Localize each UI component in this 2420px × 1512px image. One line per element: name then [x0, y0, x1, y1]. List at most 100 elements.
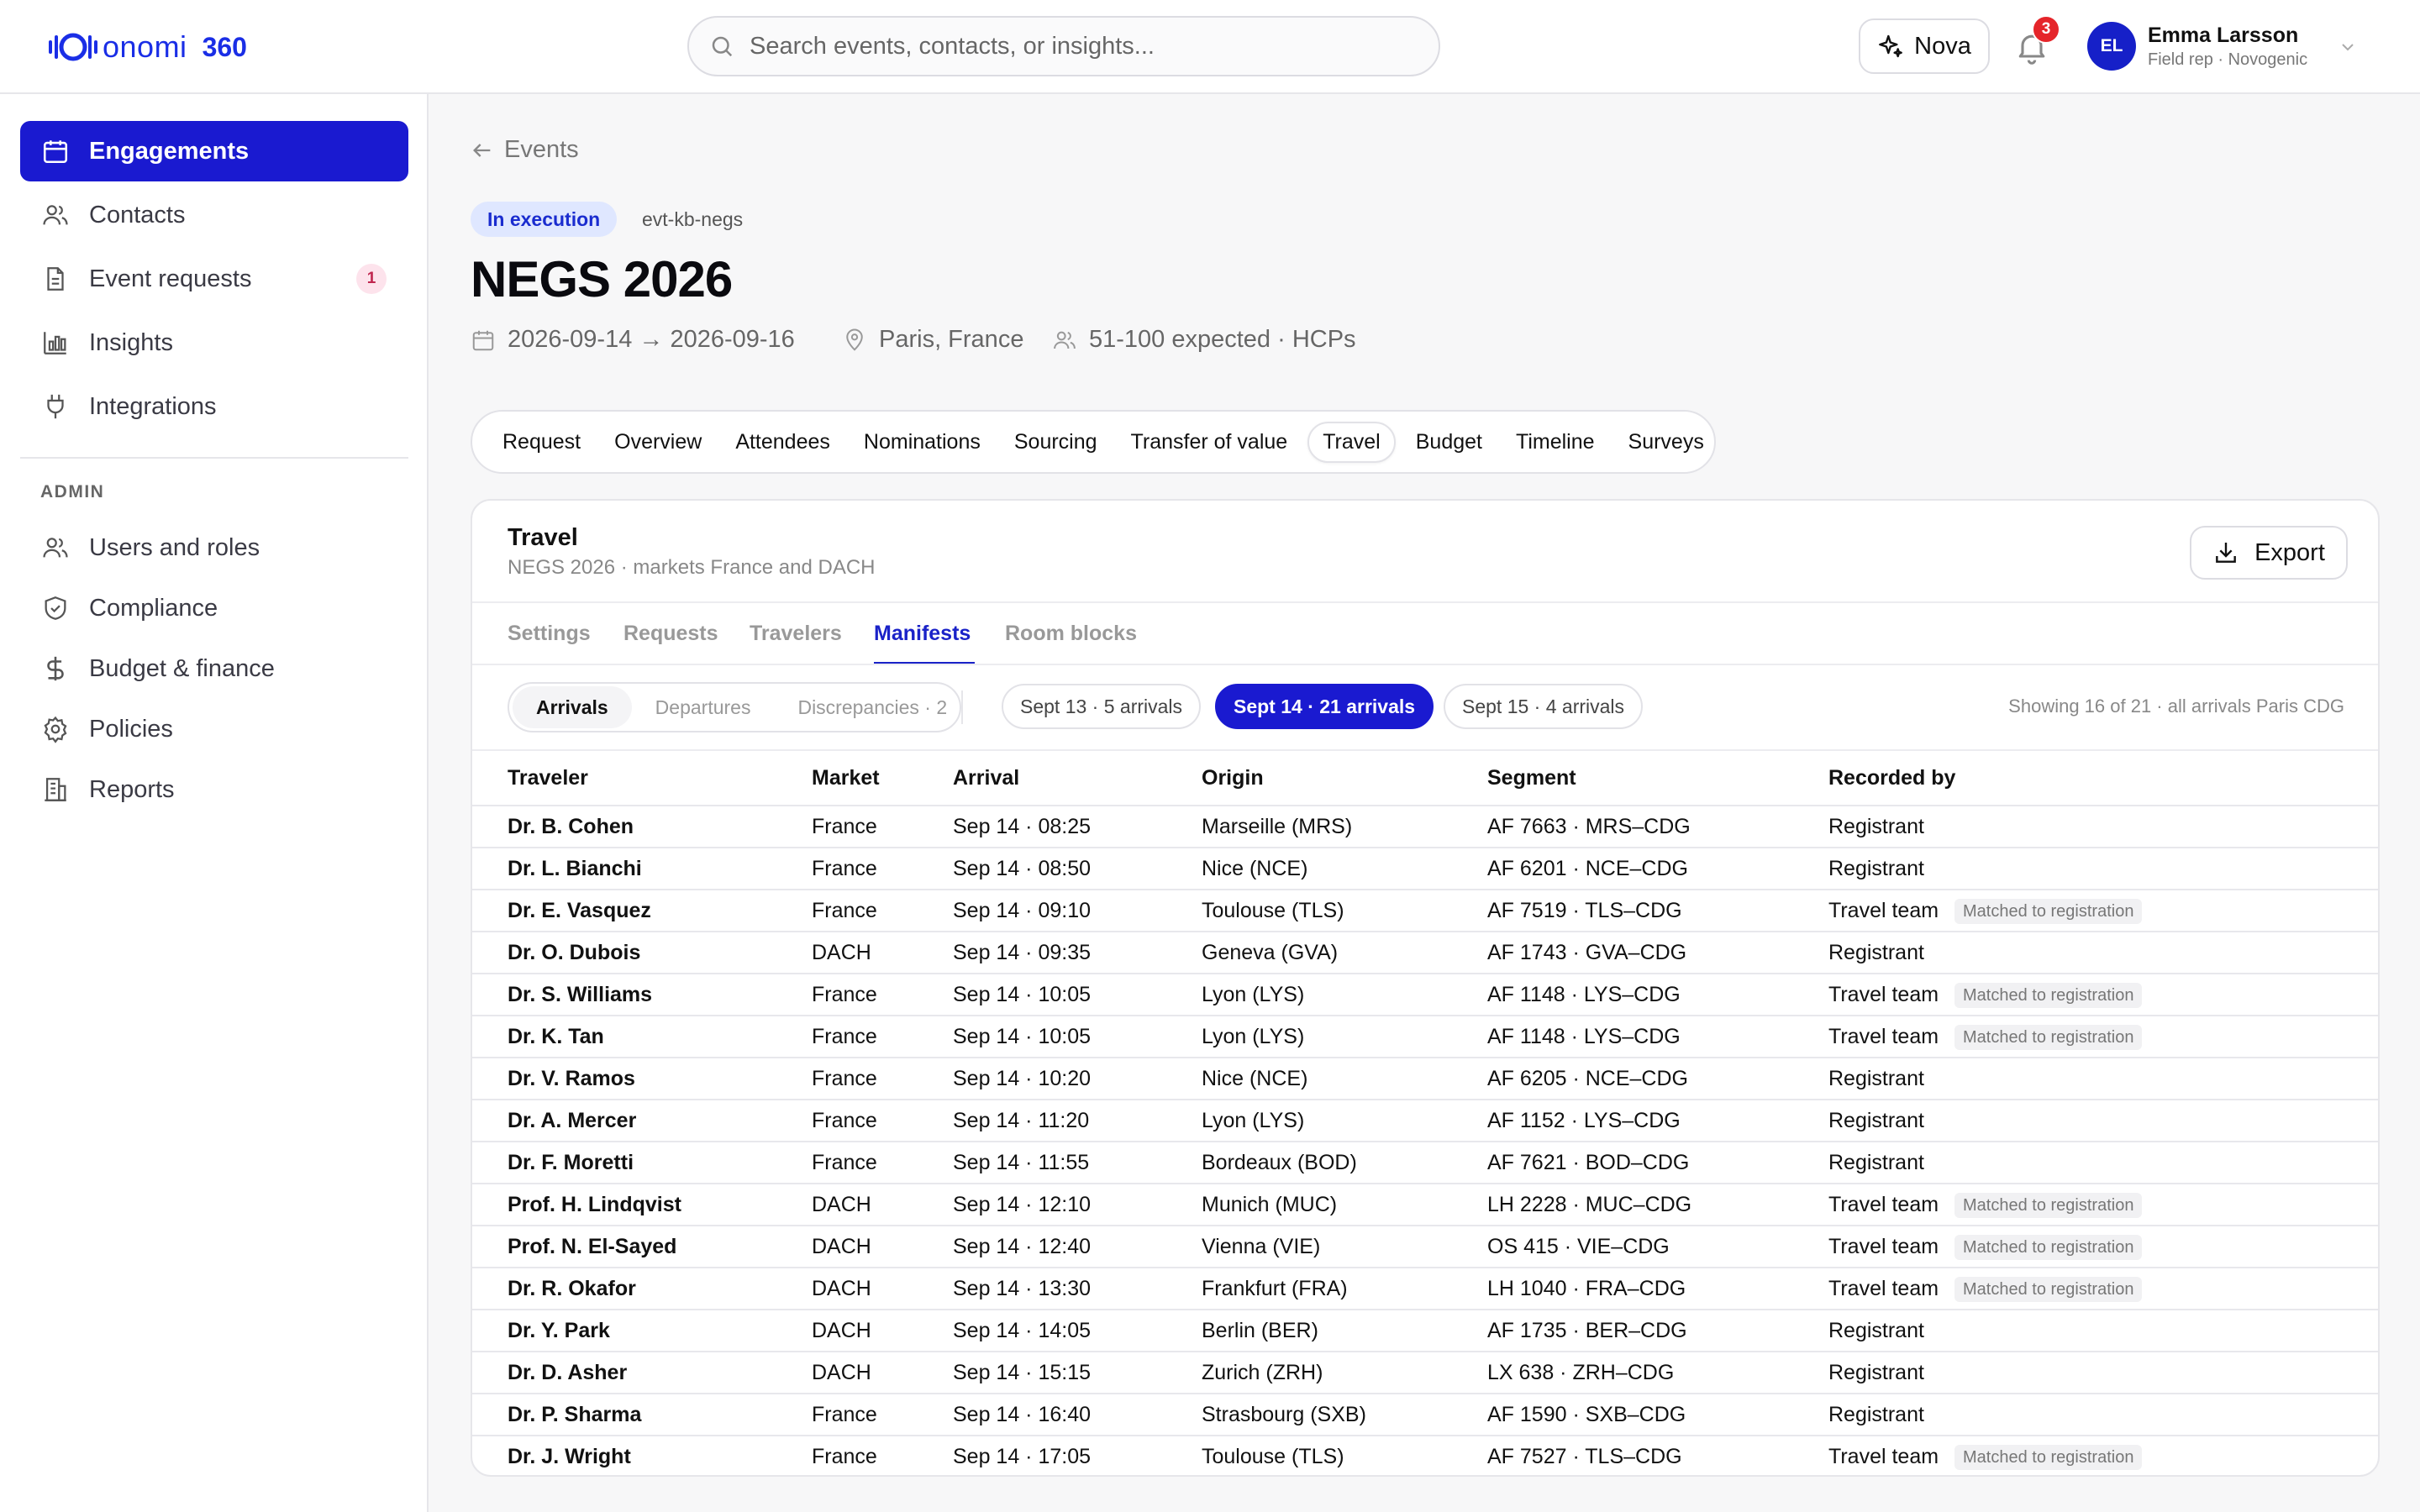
subtab-manifests[interactable]: Manifests	[874, 622, 971, 646]
tab-attendees[interactable]: Attendees	[722, 423, 844, 461]
sidebar-item-integrations[interactable]: Integrations	[20, 376, 408, 437]
sidebar-item-insights[interactable]: Insights	[20, 312, 408, 373]
table-row[interactable]: Dr. F. Moretti France Sep 14 · 11:55 Bordea…	[472, 1141, 2378, 1183]
table-row[interactable]: Prof. N. El-Sayed DACH Sep 14 · 12:40 Vienn…	[472, 1225, 2378, 1267]
subtab-room-blocks[interactable]: Room blocks	[1005, 622, 1137, 646]
segment-cell: AF 1152 · LYS–CDG	[1487, 1109, 1681, 1132]
traveler-cell: Dr. K. Tan	[508, 1025, 604, 1048]
manifest-view-toggle: Arrivals Departures Discrepancies · 2	[508, 682, 961, 732]
user-avatar[interactable]: EL	[2087, 22, 2136, 71]
origin-cell: Frankfurt (FRA)	[1202, 1277, 1348, 1300]
tab-nominations[interactable]: Nominations	[850, 423, 994, 461]
tab-request[interactable]: Request	[489, 423, 594, 461]
view-discrepancies[interactable]: Discrepancies · 2	[774, 686, 971, 728]
sidebar-item-reports[interactable]: Reports	[20, 759, 408, 820]
segment-cell: LH 2228 · MUC–CDG	[1487, 1193, 1692, 1216]
chevron-down-icon[interactable]	[2338, 37, 2358, 57]
export-button[interactable]: Export	[2190, 526, 2348, 580]
global-search[interactable]	[687, 16, 1440, 76]
tab-overview[interactable]: Overview	[601, 423, 715, 461]
subtab-requests[interactable]: Requests	[623, 622, 718, 646]
table-row[interactable]: Dr. L. Bianchi France Sep 14 · 08:50 Nice (…	[472, 847, 2378, 889]
column-header-origin[interactable]: Origin	[1202, 766, 1264, 790]
market-cell: France	[812, 1025, 877, 1048]
table-row[interactable]: Dr. S. Williams France Sep 14 · 10:05 Lyon …	[472, 973, 2378, 1015]
market-cell: France	[812, 983, 877, 1006]
sidebar-item-compliance[interactable]: Compliance	[20, 578, 408, 638]
recorded-by-cell: Registrant	[1828, 1361, 1924, 1384]
arrival-cell: Sep 14 · 12:10	[953, 1193, 1092, 1216]
recorded-by-cell: Travel team	[1828, 1235, 1939, 1258]
tab-surveys[interactable]: Surveys	[1615, 423, 1718, 461]
date-chip-sept-13[interactable]: Sept 13 · 5 arrivals	[1002, 684, 1202, 729]
table-row[interactable]: Dr. J. Wright France Sep 14 · 17:05 Toulous…	[472, 1435, 2378, 1475]
tab-transfer-of-value[interactable]: Transfer of value	[1118, 423, 1302, 461]
sidebar-item-policies[interactable]: Policies	[20, 699, 408, 759]
segment-cell: LH 1040 · FRA–CDG	[1487, 1277, 1686, 1300]
view-departures[interactable]: Departures	[632, 686, 775, 728]
user-name[interactable]: Emma Larsson	[2148, 24, 2298, 48]
tab-travel[interactable]: Travel	[1307, 421, 1396, 463]
sidebar-item-users-and-roles[interactable]: Users and roles	[20, 517, 408, 578]
column-header-segment[interactable]: Segment	[1487, 766, 1576, 790]
subtab-settings[interactable]: Settings	[508, 622, 591, 646]
date-chip-sept-15[interactable]: Sept 15 · 4 arrivals	[1444, 684, 1644, 729]
table-row[interactable]: Dr. B. Cohen France Sep 14 · 08:25 Marseill…	[472, 805, 2378, 847]
event-location: Paris, France	[842, 326, 1023, 354]
tab-budget[interactable]: Budget	[1402, 423, 1496, 461]
sidebar-item-budget-finance[interactable]: Budget & finance	[20, 638, 408, 699]
table-row[interactable]: Dr. K. Tan France Sep 14 · 10:05 Lyon (LYS)…	[472, 1015, 2378, 1057]
recorded-by-cell: Registrant	[1828, 941, 1924, 964]
market-cell: France	[812, 1403, 877, 1426]
origin-cell: Lyon (LYS)	[1202, 1109, 1305, 1132]
card-title: Travel	[508, 524, 578, 551]
column-header-traveler[interactable]: Traveler	[508, 766, 588, 790]
table-row[interactable]: Dr. A. Mercer France Sep 14 · 11:20 Lyon (L…	[472, 1099, 2378, 1141]
users-icon	[40, 200, 71, 230]
recorded-by-cell: Registrant	[1828, 1109, 1924, 1132]
download-icon	[2216, 543, 2236, 563]
sidebar-item-event-requests[interactable]: Event requests 1	[20, 249, 408, 309]
back-to-events-link[interactable]: Events	[471, 136, 579, 164]
sidebar-item-engagements[interactable]: Engagements	[20, 121, 408, 181]
sidebar-item-contacts[interactable]: Contacts	[20, 185, 408, 245]
nova-button[interactable]: Nova	[1859, 18, 1990, 74]
origin-cell: Geneva (GVA)	[1202, 941, 1339, 964]
sparkle-icon	[1879, 34, 1903, 58]
column-header-recorded-by[interactable]: Recorded by	[1828, 766, 1955, 790]
recorded-by-cell: Travel team	[1828, 1193, 1939, 1216]
tab-timeline[interactable]: Timeline	[1502, 423, 1608, 461]
search-input[interactable]	[750, 32, 1405, 60]
arrival-cell: Sep 14 · 11:55	[953, 1151, 1090, 1174]
table-row[interactable]: Dr. Y. Park DACH Sep 14 · 14:05 Berlin (BER…	[472, 1309, 2378, 1351]
tab-sourcing[interactable]: Sourcing	[1001, 423, 1111, 461]
date-chip-sept-14[interactable]: Sept 14 · 21 arrivals	[1215, 684, 1434, 729]
table-row[interactable]: Dr. D. Asher DACH Sep 14 · 15:15 Zurich (ZR…	[472, 1351, 2378, 1393]
table-row[interactable]: Dr. O. Dubois DACH Sep 14 · 09:35 Geneva (G…	[472, 931, 2378, 973]
table-row[interactable]: Prof. H. Lindqvist DACH Sep 14 · 12:10 Muni…	[472, 1183, 2378, 1225]
column-header-arrival[interactable]: Arrival	[953, 766, 1019, 790]
table-row[interactable]: Dr. V. Ramos France Sep 14 · 10:20 Nice (NC…	[472, 1057, 2378, 1099]
origin-cell: Bordeaux (BOD)	[1202, 1151, 1357, 1174]
matched-to-registration-tag: Matched to registration	[1954, 1025, 2143, 1050]
arrival-cell: Sep 14 · 10:20	[953, 1067, 1092, 1090]
sidebar-item-label: Integrations	[89, 392, 217, 420]
arrow-left-icon	[473, 143, 491, 157]
brand-logo[interactable]: onomi 360	[47, 25, 247, 69]
table-row[interactable]: Dr. E. Vasquez France Sep 14 · 09:10 Toulou…	[472, 889, 2378, 931]
table-row[interactable]: Dr. R. Okafor DACH Sep 14 · 13:30 Frankfurt…	[472, 1267, 2378, 1309]
origin-cell: Berlin (BER)	[1202, 1319, 1318, 1342]
traveler-cell: Dr. J. Wright	[508, 1445, 631, 1468]
view-arrivals[interactable]: Arrivals	[513, 686, 632, 728]
matched-to-registration-tag: Matched to registration	[1954, 983, 2143, 1008]
showing-count: Showing 16 of 21 · all arrivals Paris CD…	[2008, 696, 2344, 717]
recorded-by-cell: Registrant	[1828, 1319, 1924, 1342]
arrival-cell: Sep 14 · 16:40	[953, 1403, 1092, 1426]
subtab-travelers[interactable]: Travelers	[750, 622, 842, 646]
traveler-cell: Dr. R. Okafor	[508, 1277, 636, 1300]
matched-to-registration-tag: Matched to registration	[1954, 1277, 2143, 1302]
sidebar: Engagements Contacts Event requests 1 In…	[0, 94, 429, 1512]
table-row[interactable]: Dr. P. Sharma France Sep 14 · 16:40 Strasbo…	[472, 1393, 2378, 1435]
column-header-market[interactable]: Market	[812, 766, 880, 790]
back-label: Events	[504, 136, 579, 163]
